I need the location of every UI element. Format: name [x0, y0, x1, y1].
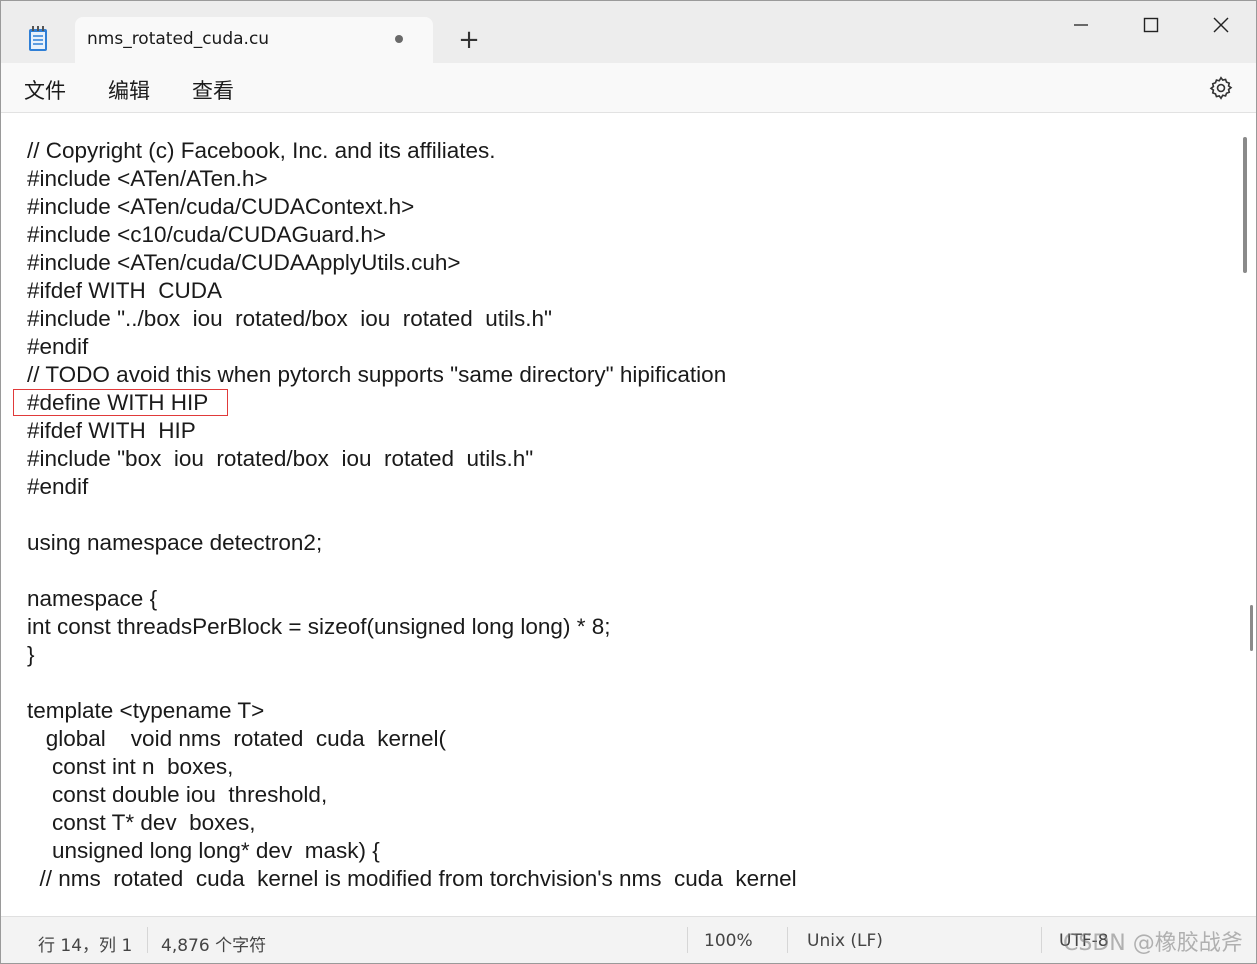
- code-line[interactable]: const T* dev boxes,: [27, 809, 797, 837]
- code-line[interactable]: // nms rotated cuda kernel is modified f…: [27, 865, 797, 893]
- status-divider: [1041, 927, 1042, 953]
- status-divider: [787, 927, 788, 953]
- code-line[interactable]: #include <ATen/cuda/CUDAApplyUtils.cuh>: [27, 249, 797, 277]
- close-button[interactable]: [1191, 5, 1251, 45]
- code-line[interactable]: #ifdef WITH CUDA: [27, 277, 797, 305]
- define-with-hip-highlight: [13, 389, 228, 416]
- status-divider: [687, 927, 688, 953]
- minimize-button[interactable]: [1051, 5, 1111, 45]
- code-line[interactable]: #include <ATen/cuda/CUDAContext.h>: [27, 193, 797, 221]
- code-line[interactable]: [27, 669, 797, 697]
- code-line[interactable]: #include <c10/cuda/CUDAGuard.h>: [27, 221, 797, 249]
- code-line[interactable]: template <typename T>: [27, 697, 797, 725]
- gear-icon: [1209, 76, 1233, 100]
- vertical-scrollbar[interactable]: [1243, 137, 1247, 273]
- menu-file[interactable]: 文件: [24, 75, 66, 105]
- notepad-app-icon: [27, 25, 49, 53]
- scrollbar-marker: [1250, 605, 1253, 651]
- code-line[interactable]: #ifdef WITH HIP: [27, 417, 797, 445]
- zoom-level[interactable]: 100%: [704, 931, 753, 951]
- code-line[interactable]: #endif: [27, 473, 797, 501]
- code-line[interactable]: using namespace detectron2;: [27, 529, 797, 557]
- code-line[interactable]: int const threadsPerBlock = sizeof(unsig…: [27, 613, 797, 641]
- watermark: CSDN @橡胶战斧: [1063, 931, 1243, 956]
- code-line[interactable]: unsigned long long* dev mask) {: [27, 837, 797, 865]
- code-line[interactable]: namespace {: [27, 585, 797, 613]
- close-icon: [1213, 17, 1229, 33]
- code-line[interactable]: const int n boxes,: [27, 753, 797, 781]
- menu-edit[interactable]: 编辑: [108, 75, 150, 105]
- code-line[interactable]: #include "../box iou rotated/box iou rot…: [27, 305, 797, 333]
- code-line[interactable]: // TODO avoid this when pytorch supports…: [27, 361, 797, 389]
- menu-bar: 文件 编辑 查看: [1, 63, 1256, 113]
- character-count: 4,876 个字符: [161, 936, 267, 956]
- text-editor[interactable]: // Copyright (c) Facebook, Inc. and its …: [1, 113, 1256, 916]
- cursor-position[interactable]: 行 14，列 1: [38, 931, 132, 956]
- code-line[interactable]: #endif: [27, 333, 797, 361]
- notepad-window: nms_rotated_cuda.cu + 文件 编辑 查看 // Copyri…: [0, 0, 1257, 964]
- unsaved-dot-icon[interactable]: [395, 35, 403, 43]
- maximize-button[interactable]: [1121, 5, 1181, 45]
- code-line[interactable]: [27, 557, 797, 585]
- code-line[interactable]: const double iou threshold,: [27, 781, 797, 809]
- menu-view[interactable]: 查看: [192, 75, 234, 105]
- settings-button[interactable]: [1208, 75, 1234, 101]
- code-line[interactable]: // Copyright (c) Facebook, Inc. and its …: [27, 137, 797, 165]
- code-line[interactable]: #include <ATen/ATen.h>: [27, 165, 797, 193]
- code-line[interactable]: [27, 501, 797, 529]
- tab-title: nms_rotated_cuda.cu: [87, 29, 270, 49]
- code-content[interactable]: // Copyright (c) Facebook, Inc. and its …: [27, 137, 797, 893]
- new-tab-button[interactable]: +: [454, 25, 484, 55]
- minimize-icon: [1074, 24, 1088, 26]
- maximize-icon: [1143, 17, 1159, 33]
- code-line[interactable]: global void nms rotated cuda kernel(: [27, 725, 797, 753]
- tab-nms-rotated-cuda[interactable]: nms_rotated_cuda.cu: [75, 17, 433, 63]
- code-line[interactable]: #include "box iou rotated/box iou rotate…: [27, 445, 797, 473]
- line-ending[interactable]: Unix (LF): [807, 931, 883, 951]
- code-line[interactable]: }: [27, 641, 797, 669]
- status-divider: [147, 927, 148, 953]
- title-bar: nms_rotated_cuda.cu +: [1, 1, 1256, 63]
